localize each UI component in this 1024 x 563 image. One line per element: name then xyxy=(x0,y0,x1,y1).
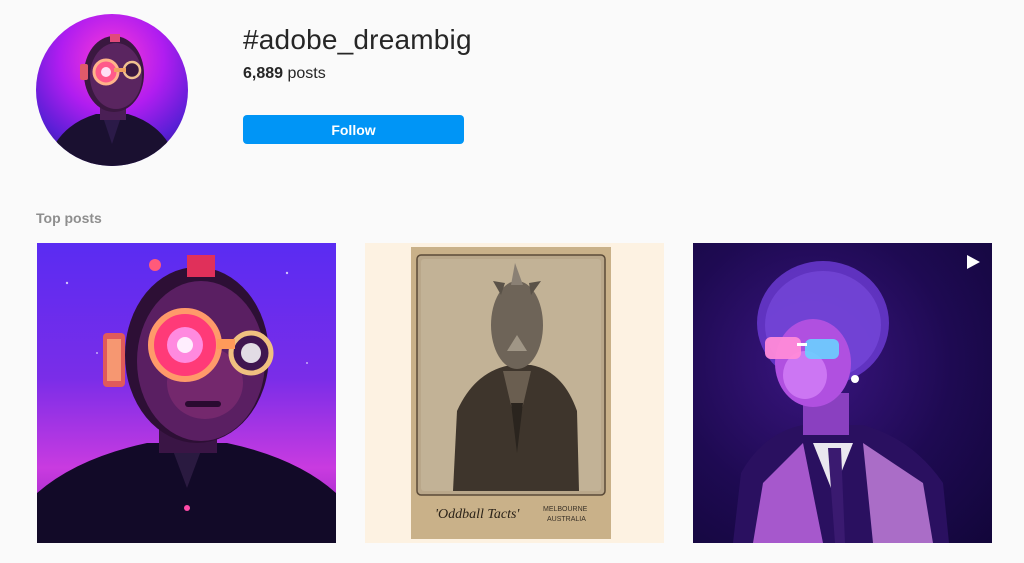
hashtag-page: #adobe_dreambig 6,889 posts Follow Top p… xyxy=(0,0,1024,563)
rhino-caption: 'Oddball Tacts' xyxy=(435,507,520,522)
play-icon xyxy=(967,255,980,269)
post-count: 6,889 posts xyxy=(243,65,326,83)
rhino-location-line-1: MELBOURNE xyxy=(543,506,588,513)
follow-button[interactable]: Follow xyxy=(243,115,464,144)
top-post-2[interactable]: 'Oddball Tacts' MELBOURNE AUSTRALIA xyxy=(365,243,664,543)
top-post-3[interactable] xyxy=(693,243,992,543)
post-count-number: 6,889 xyxy=(243,65,284,82)
hashtag-avatar xyxy=(36,14,188,166)
rhino-portrait-image: 'Oddball Tacts' MELBOURNE AUSTRALIA xyxy=(411,247,611,539)
rhino-location-line-2: AUSTRALIA xyxy=(547,516,586,523)
post-count-label: posts xyxy=(283,65,326,82)
top-posts-title: Top posts xyxy=(36,210,102,226)
top-post-1[interactable] xyxy=(37,243,336,543)
neon-portrait-image xyxy=(733,261,949,543)
cyborg-portrait-image xyxy=(37,255,336,543)
hashtag-title: #adobe_dreambig xyxy=(243,24,472,55)
